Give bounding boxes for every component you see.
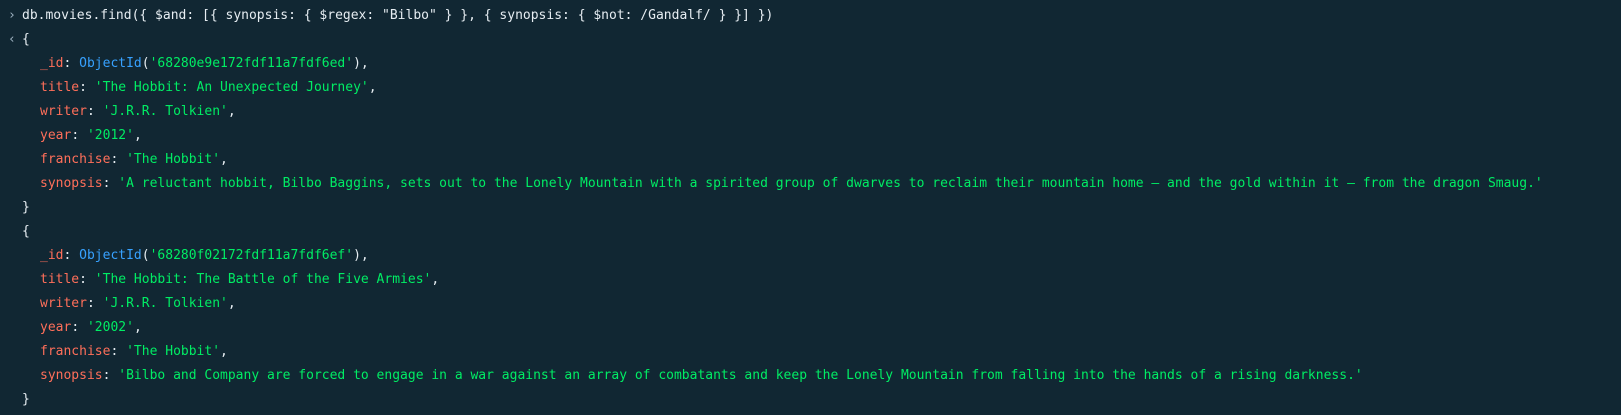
document-close-line: } bbox=[0, 196, 1621, 220]
field-key: writer bbox=[40, 296, 87, 311]
comma: , bbox=[220, 344, 228, 359]
paren-close: ), bbox=[353, 248, 369, 263]
field-key: year bbox=[40, 128, 72, 143]
document-close-brace: } bbox=[22, 392, 30, 407]
comma: , bbox=[133, 320, 142, 335]
document-field-writer: writer: 'J.R.R. Tolkien', bbox=[0, 100, 1621, 124]
document-open-brace: { bbox=[22, 32, 30, 47]
document-field-writer: writer: 'J.R.R. Tolkien', bbox=[0, 292, 1621, 316]
field-separator: : bbox=[63, 56, 80, 71]
comma: , bbox=[227, 296, 236, 311]
field-key: title bbox=[40, 80, 80, 95]
paren-open: ( bbox=[141, 56, 150, 71]
comma: , bbox=[133, 128, 142, 143]
field-separator: : bbox=[63, 248, 80, 263]
field-separator: : bbox=[102, 176, 119, 191]
field-separator: : bbox=[71, 320, 87, 335]
document-field-synopsis: synopsis: 'Bilbo and Company are forced … bbox=[0, 364, 1621, 388]
field-separator: : bbox=[102, 368, 119, 383]
comma: , bbox=[431, 272, 440, 287]
document-field-franchise: franchise: 'The Hobbit', bbox=[0, 340, 1621, 364]
comma: , bbox=[227, 104, 236, 119]
result-open-line: ‹{ bbox=[0, 28, 1621, 52]
document-open-brace: { bbox=[22, 224, 30, 239]
prompt-chevron-icon: › bbox=[8, 8, 16, 23]
document-field-synopsis: synopsis: 'A reluctant hobbit, Bilbo Bag… bbox=[0, 172, 1621, 196]
field-key: synopsis bbox=[40, 368, 103, 383]
field-key: franchise bbox=[40, 152, 111, 167]
mongo-shell-output: › db.movies.find({ $and: [{ synopsis: { $… bbox=[0, 0, 1621, 415]
field-separator: : bbox=[86, 104, 103, 119]
field-key: year bbox=[40, 320, 72, 335]
objectid-value: '68280f02172fdf11a7fdf6ef' bbox=[149, 248, 354, 263]
field-value: 'The Hobbit' bbox=[126, 344, 221, 359]
result-chevron-icon: ‹ bbox=[8, 32, 16, 47]
field-key: _id bbox=[40, 248, 64, 263]
document-close-line: } bbox=[0, 388, 1621, 412]
field-key: franchise bbox=[40, 344, 111, 359]
document-open-line: { bbox=[0, 220, 1621, 244]
document-field-id: _id: ObjectId('68280e9e172fdf11a7fdf6ed'… bbox=[0, 52, 1621, 76]
field-key: synopsis bbox=[40, 176, 103, 191]
field-value: 'A reluctant hobbit, Bilbo Baggins, sets… bbox=[118, 176, 1543, 191]
command-line: › db.movies.find({ $and: [{ synopsis: { $… bbox=[0, 4, 1621, 28]
objectid-func: ObjectId bbox=[79, 56, 142, 71]
document-field-year: year: '2012', bbox=[0, 124, 1621, 148]
field-value: 'The Hobbit' bbox=[126, 152, 221, 167]
paren-close: ), bbox=[353, 56, 369, 71]
field-separator: : bbox=[79, 272, 95, 287]
field-separator: : bbox=[71, 128, 87, 143]
field-value: 'The Hobbit: An Unexpected Journey' bbox=[94, 80, 369, 95]
field-value: 'Bilbo and Company are forced to engage … bbox=[118, 368, 1363, 383]
field-value: '2012' bbox=[86, 128, 134, 143]
command-text: db.movies.find({ $and: [{ synopsis: { $r… bbox=[22, 8, 774, 23]
field-key: writer bbox=[40, 104, 87, 119]
document-close-brace: } bbox=[22, 200, 30, 215]
field-separator: : bbox=[110, 344, 127, 359]
field-value: '2002' bbox=[86, 320, 134, 335]
document-field-title: title: 'The Hobbit: An Unexpected Journe… bbox=[0, 76, 1621, 100]
field-separator: : bbox=[86, 296, 103, 311]
objectid-func: ObjectId bbox=[79, 248, 142, 263]
field-key: title bbox=[40, 272, 80, 287]
field-value: 'J.R.R. Tolkien' bbox=[102, 296, 228, 311]
document-field-id: _id: ObjectId('68280f02172fdf11a7fdf6ef'… bbox=[0, 244, 1621, 268]
objectid-value: '68280e9e172fdf11a7fdf6ed' bbox=[149, 56, 354, 71]
field-separator: : bbox=[79, 80, 95, 95]
paren-open: ( bbox=[141, 248, 150, 263]
field-value: 'The Hobbit: The Battle of the Five Armi… bbox=[94, 272, 432, 287]
field-separator: : bbox=[110, 152, 127, 167]
comma: , bbox=[220, 152, 228, 167]
document-field-franchise: franchise: 'The Hobbit', bbox=[0, 148, 1621, 172]
document-field-title: title: 'The Hobbit: The Battle of the Fi… bbox=[0, 268, 1621, 292]
comma: , bbox=[368, 80, 377, 95]
field-value: 'J.R.R. Tolkien' bbox=[102, 104, 228, 119]
document-field-year: year: '2002', bbox=[0, 316, 1621, 340]
field-key: _id bbox=[40, 56, 64, 71]
